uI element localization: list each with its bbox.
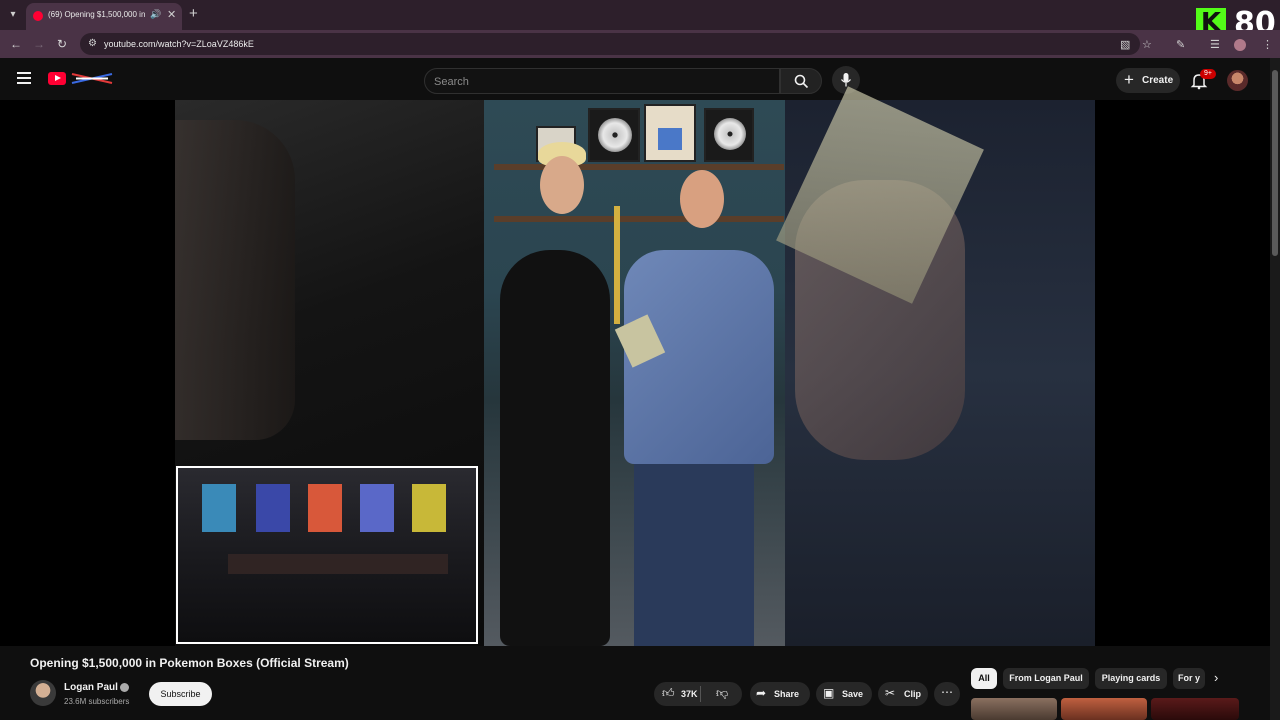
person-head (680, 170, 724, 228)
picture-in-picture-inset (176, 466, 478, 644)
plus-icon: + (1124, 70, 1134, 89)
person-black-shirt (500, 250, 610, 646)
search-icon (794, 74, 809, 89)
shelf (494, 164, 784, 170)
verified-icon (120, 683, 129, 692)
youtube-header: + Create 9+ (0, 58, 1270, 100)
chip-from-channel[interactable]: From Logan Paul (1003, 668, 1089, 689)
forward-icon[interactable]: → (33, 37, 45, 51)
poster (308, 484, 342, 532)
blurred-arm-image (175, 120, 295, 440)
video-title: Opening $1,500,000 in Pokemon Boxes (Off… (30, 656, 349, 670)
record-award-frame (644, 104, 696, 162)
chip-all[interactable]: All (971, 668, 997, 689)
channel-name[interactable]: Logan Paul (64, 682, 118, 693)
scrollbar-thumb[interactable] (1272, 70, 1278, 256)
search-input[interactable] (434, 74, 764, 90)
chip-for-you[interactable]: For y (1173, 668, 1205, 689)
recommended-thumbnail[interactable] (971, 698, 1057, 720)
tab-audio-icon[interactable]: 🔊 (150, 9, 161, 20)
search-field[interactable] (424, 68, 780, 94)
mic-icon (840, 73, 852, 87)
video-frame-center (484, 100, 785, 646)
menu-icon[interactable] (17, 72, 31, 84)
more-actions-button[interactable]: ⋯ (934, 682, 960, 706)
browser-tab-active[interactable]: (69) Opening $1,500,000 in 🔊 ✕ (26, 3, 182, 30)
extensions-icon[interactable]: ✎ (1176, 38, 1185, 51)
divider (700, 686, 701, 702)
browser-menu-icon[interactable]: ⋮ (1262, 38, 1273, 51)
dislike-icon[interactable]: 👎︎ (716, 686, 728, 701)
record-disc (714, 118, 746, 150)
share-button[interactable]: ➦ Share (750, 682, 810, 706)
save-label: Save (842, 689, 864, 699)
reload-icon[interactable]: ↻ (57, 37, 67, 51)
address-bar[interactable]: ⚙ youtube.com/watch?v=ZLoaVZ486kE (80, 33, 1140, 55)
like-dislike-group: 👍︎ 37K 👎︎ (654, 682, 742, 706)
account-avatar[interactable] (1227, 70, 1248, 91)
poster (412, 484, 446, 532)
video-player[interactable] (0, 86, 1270, 646)
award-plaque (658, 128, 682, 150)
new-tab-button[interactable]: + (189, 5, 198, 22)
media-controls-icon[interactable]: ☰ (1210, 38, 1220, 51)
youtube-favicon-icon (33, 11, 43, 21)
create-label: Create (1142, 75, 1174, 86)
install-app-icon[interactable]: ▧ (1120, 38, 1130, 51)
record-award-frame (704, 108, 754, 162)
record-award-frame (588, 108, 640, 162)
clip-label: Clip (904, 689, 921, 699)
person-head (540, 156, 584, 214)
more-icon: ⋯ (941, 685, 953, 699)
tab-list-button[interactable]: ▾ (4, 6, 22, 24)
youtube-logo[interactable] (48, 72, 66, 85)
browser-profile-avatar[interactable] (1234, 39, 1246, 51)
tab-close-icon[interactable]: ✕ (167, 8, 176, 21)
search-button[interactable] (780, 68, 822, 94)
record-disc (598, 118, 632, 152)
recommended-thumbnail[interactable] (1061, 698, 1147, 720)
recommended-thumbnail[interactable] (1151, 698, 1239, 720)
clip-button[interactable]: ✂ Clip (878, 682, 928, 706)
chip-playing-cards[interactable]: Playing cards (1095, 668, 1167, 689)
gold-chain (614, 206, 620, 324)
share-icon: ➦ (756, 686, 767, 700)
screen: ▾ (69) Opening $1,500,000 in 🔊 ✕ + K 80 … (0, 0, 1280, 720)
browser-tabbar: ▾ (69) Opening $1,500,000 in 🔊 ✕ + (0, 0, 1280, 30)
subscriber-count: 23.6M subscribers (64, 697, 130, 706)
subscribe-button[interactable]: Subscribe (149, 682, 212, 706)
like-icon[interactable]: 👍︎ (662, 686, 675, 701)
chevron-right-icon[interactable]: › (1214, 670, 1218, 685)
youtube-wordmark-logo[interactable] (70, 71, 114, 86)
tab-title: (69) Opening $1,500,000 in (48, 10, 146, 19)
like-count[interactable]: 37K (681, 689, 698, 699)
video-frame-right (776, 86, 1095, 646)
person-jeans (634, 460, 754, 646)
table (228, 554, 448, 574)
poster (202, 484, 236, 532)
browser-toolbar: ← → ↻ ⚙ youtube.com/watch?v=ZLoaVZ486kE … (0, 30, 1280, 58)
poster (360, 484, 394, 532)
notification-badge: 9+ (1200, 69, 1216, 79)
clip-icon: ✂ (885, 686, 896, 700)
save-icon: ▣ (823, 686, 835, 700)
url-text[interactable]: youtube.com/watch?v=ZLoaVZ486kE (104, 39, 254, 49)
save-button[interactable]: ▣ Save (816, 682, 872, 706)
share-label: Share (774, 689, 800, 699)
poster (256, 484, 290, 532)
back-icon[interactable]: ← (10, 37, 22, 51)
bookmark-star-icon[interactable]: ☆ (1142, 38, 1152, 51)
create-button[interactable]: + Create (1116, 68, 1180, 93)
shelf (494, 216, 784, 222)
site-info-icon[interactable]: ⚙ (88, 38, 97, 49)
channel-avatar[interactable] (30, 680, 56, 706)
